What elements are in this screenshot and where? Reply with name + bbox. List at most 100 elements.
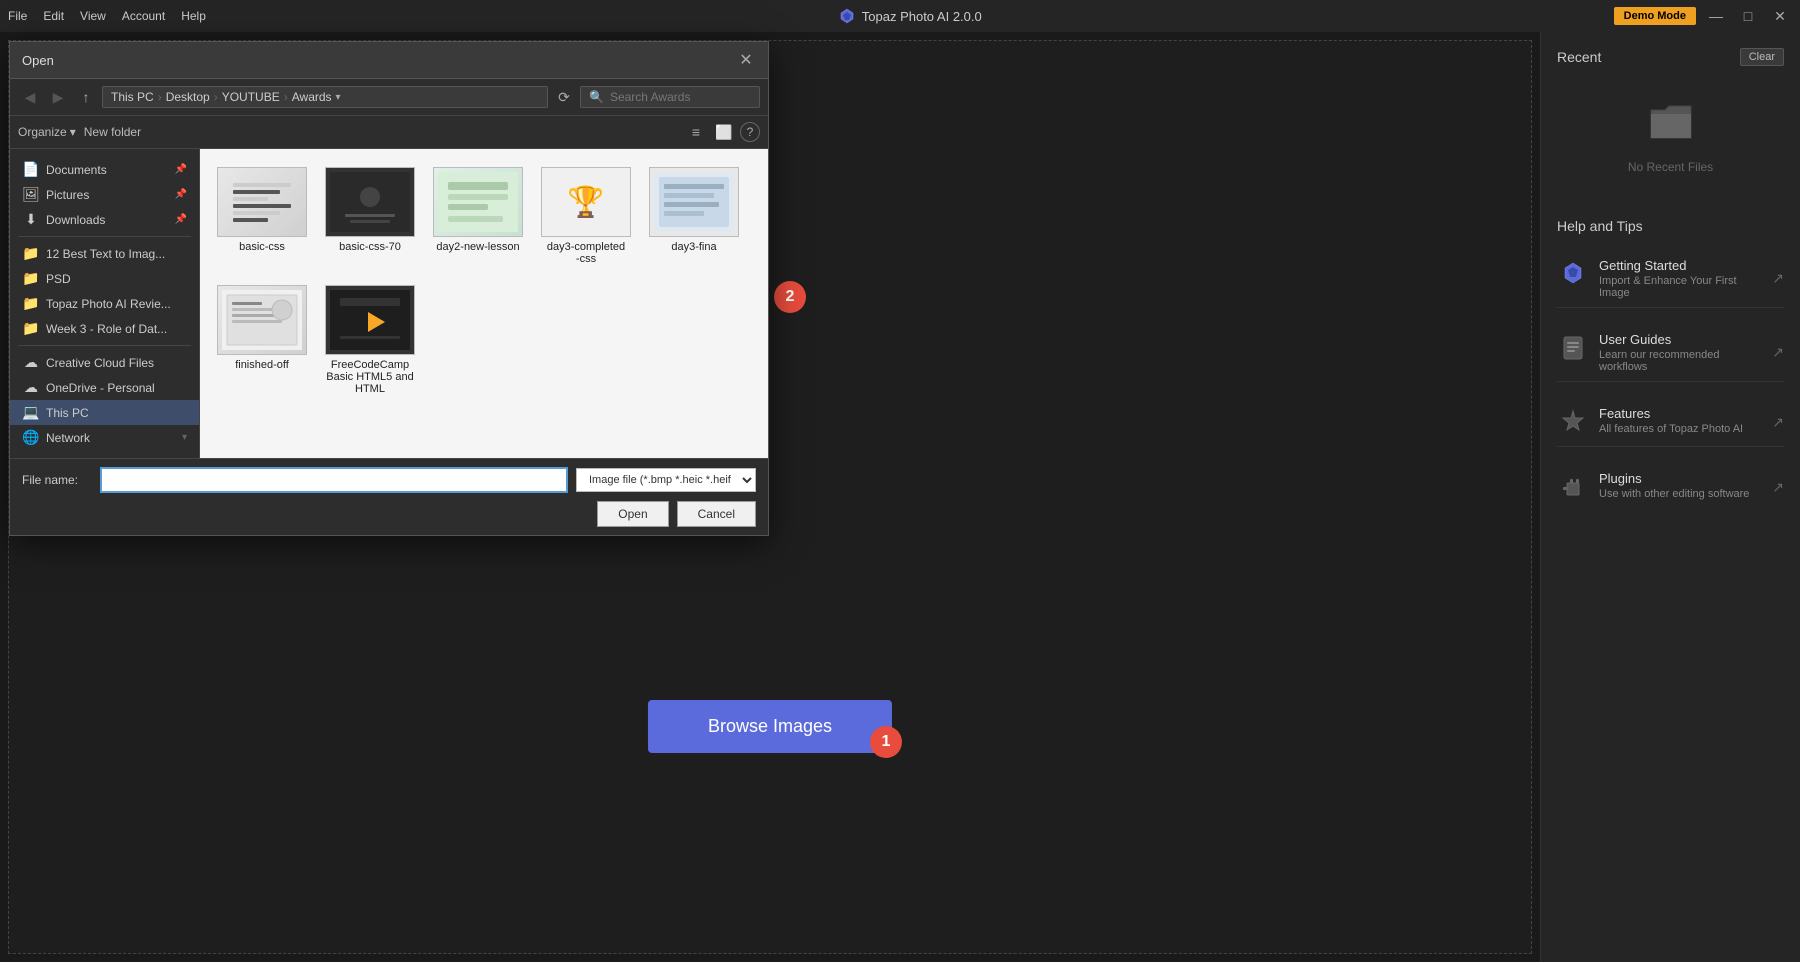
filename-input[interactable] (100, 467, 568, 493)
file-name-basic-css: basic-css (239, 241, 285, 253)
file-item-day2[interactable]: day2-new-lesson (428, 161, 528, 271)
user-guides-desc: Learn our recommended workflows (1599, 349, 1762, 373)
dialog-help-button[interactable]: ? (740, 122, 760, 142)
user-guides-text: User Guides Learn our recommended workfl… (1599, 332, 1762, 373)
sidebar-divider-1 (18, 236, 191, 237)
breadcrumb-desktop[interactable]: Desktop (166, 90, 210, 104)
sidebar-item-topaz-review-label: Topaz Photo AI Revie... (46, 297, 171, 311)
help-item-getting-started[interactable]: Getting Started Import & Enhance Your Fi… (1557, 250, 1784, 308)
maximize-button[interactable]: □ (1736, 4, 1760, 28)
sidebar-item-psd[interactable]: 📁 PSD (10, 266, 199, 291)
sidebar-item-12best-label: 12 Best Text to Imag... (46, 247, 165, 261)
file-item-day3-completed[interactable]: 🏆 day3-completed-css (536, 161, 636, 271)
pin-icon-0: 📌 (175, 164, 187, 175)
sidebar-item-documents[interactable]: 📄 Documents 📌 (10, 157, 199, 182)
new-folder-button[interactable]: New folder (84, 125, 141, 139)
pictures-icon: 🖼 (22, 186, 40, 203)
file-item-freecodecamp[interactable]: FreeCodeCamp Basic HTML5 and HTML (320, 279, 420, 401)
folder-icon-0: 📁 (22, 245, 40, 262)
pane-toggle-button[interactable]: ⬜ (712, 120, 736, 144)
external-link-icon-3: ↗ (1772, 479, 1784, 496)
plugins-text: Plugins Use with other editing software (1599, 471, 1762, 500)
onedrive-icon: ☁ (22, 379, 40, 396)
sidebar-item-creative-cloud-label: Creative Cloud Files (46, 356, 154, 370)
window-close-button[interactable]: ✕ (1768, 4, 1792, 28)
help-item-user-guides[interactable]: User Guides Learn our recommended workfl… (1557, 324, 1784, 382)
main-area: Open ✕ ◀ ▶ ↑ This PC › Desktop › YOUTUBE… (0, 32, 1800, 962)
file-item-finished-off[interactable]: finished-off (212, 279, 312, 401)
sidebar-item-creative-cloud[interactable]: ☁ Creative Cloud Files (10, 350, 199, 375)
sidebar-item-onedrive-label: OneDrive - Personal (46, 381, 155, 395)
organize-button[interactable]: Organize ▾ (18, 125, 76, 139)
file-name-day3-completed: day3-completed-css (547, 241, 625, 265)
menu-edit[interactable]: Edit (43, 9, 64, 23)
cancel-button[interactable]: Cancel (677, 501, 756, 527)
open-button[interactable]: Open (597, 501, 668, 527)
view-toggle-button[interactable]: ≡ (684, 120, 708, 144)
sidebar-item-week3[interactable]: 📁 Week 3 - Role of Dat... (10, 316, 199, 341)
search-input[interactable] (610, 90, 750, 104)
external-link-icon-0: ↗ (1772, 270, 1784, 287)
breadcrumb-this-pc[interactable]: This PC (111, 90, 154, 104)
dialog-toolbar: Organize ▾ New folder ≡ ⬜ ? (10, 116, 768, 149)
organize-arrow-icon: ▾ (70, 125, 76, 139)
sidebar-item-pictures-label: Pictures (46, 188, 89, 202)
dialog-sidebar: 📄 Documents 📌 🖼 Pictures 📌 ⬇ Downloads 📌 (10, 149, 200, 458)
sidebar-item-pictures[interactable]: 🖼 Pictures 📌 (10, 182, 199, 207)
sidebar-item-this-pc[interactable]: 💻 This PC (10, 400, 199, 425)
file-thumb-day3-completed: 🏆 (541, 167, 631, 237)
plugins-title: Plugins (1599, 471, 1762, 486)
sidebar-item-onedrive[interactable]: ☁ OneDrive - Personal (10, 375, 199, 400)
pin-icon-1: 📌 (175, 189, 187, 200)
getting-started-icon (1557, 258, 1589, 290)
breadcrumb-dropdown-button[interactable]: ▾ (336, 92, 341, 103)
dialog-close-button[interactable]: ✕ (736, 50, 756, 70)
dialog-title-bar: Open ✕ (10, 42, 768, 79)
nav-up-button[interactable]: ↑ (74, 85, 98, 109)
file-thumb-finished-off (217, 285, 307, 355)
file-grid: basic-css basic-css-70 (200, 149, 768, 458)
breadcrumb-youtube[interactable]: YOUTUBE (222, 90, 280, 104)
light-thumb-svg (438, 172, 518, 232)
minimize-button[interactable]: — (1704, 4, 1728, 28)
sidebar-item-network[interactable]: 🌐 Network ▾ (10, 425, 199, 450)
refresh-button[interactable]: ⟳ (552, 85, 576, 109)
clear-button[interactable]: Clear (1740, 48, 1784, 66)
nav-back-button[interactable]: ◀ (18, 85, 42, 109)
menu-file[interactable]: File (8, 9, 27, 23)
menu-help[interactable]: Help (181, 9, 206, 23)
browse-images-button[interactable]: Browse Images (648, 700, 892, 753)
help-item-features[interactable]: Features All features of Topaz Photo AI … (1557, 398, 1784, 447)
sidebar-item-downloads[interactable]: ⬇ Downloads 📌 (10, 207, 199, 232)
day3-fina-thumb-svg (654, 172, 734, 232)
sidebar-item-12best[interactable]: 📁 12 Best Text to Imag... (10, 241, 199, 266)
title-bar-left: File Edit View Account Help (8, 9, 206, 23)
features-desc: All features of Topaz Photo AI (1599, 423, 1762, 435)
sidebar-divider-2 (18, 345, 191, 346)
menu-account[interactable]: Account (122, 9, 165, 23)
file-item-basic-css[interactable]: basic-css (212, 161, 312, 271)
documents-icon: 📄 (22, 161, 40, 178)
sidebar-item-topaz-review[interactable]: 📁 Topaz Photo AI Revie... (10, 291, 199, 316)
this-pc-icon: 💻 (22, 404, 40, 421)
file-item-basic-css-70[interactable]: basic-css-70 (320, 161, 420, 271)
expand-icon-network: ▾ (182, 432, 187, 443)
menu-view[interactable]: View (80, 9, 106, 23)
help-item-plugins[interactable]: Plugins Use with other editing software … (1557, 463, 1784, 511)
file-thumb-basic-css (217, 167, 307, 237)
breadcrumb-awards[interactable]: Awards (292, 90, 332, 104)
user-guides-title: User Guides (1599, 332, 1762, 347)
recent-label: Recent (1557, 49, 1601, 65)
file-item-day3-fina[interactable]: day3-fina (644, 161, 744, 271)
folder-icon-3: 📁 (22, 320, 40, 337)
breadcrumb-bar: This PC › Desktop › YOUTUBE › Awards ▾ (102, 86, 548, 108)
demo-mode-button[interactable]: Demo Mode (1614, 7, 1696, 25)
sidebar-item-documents-label: Documents (46, 163, 107, 177)
dark-thumb-svg (330, 172, 410, 232)
filetype-select[interactable]: Image file (*.bmp *.heic *.heif *... (576, 468, 756, 492)
file-name-freecodecamp: FreeCodeCamp Basic HTML5 and HTML (326, 359, 414, 395)
getting-started-desc: Import & Enhance Your First Image (1599, 275, 1762, 299)
nav-forward-button[interactable]: ▶ (46, 85, 70, 109)
file-thumb-day3-fina (649, 167, 739, 237)
features-text: Features All features of Topaz Photo AI (1599, 406, 1762, 435)
